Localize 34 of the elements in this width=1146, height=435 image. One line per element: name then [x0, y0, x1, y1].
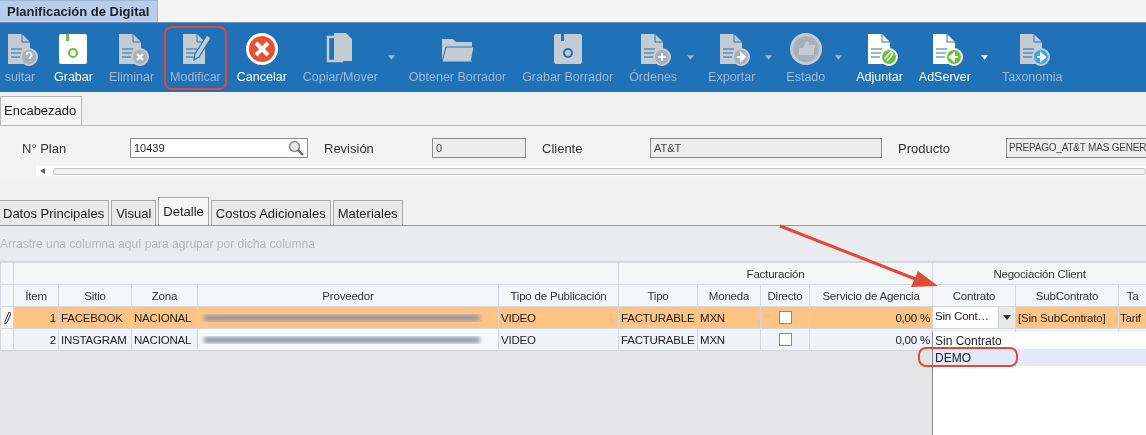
tab[interactable]: Costos Adicionales	[210, 200, 331, 225]
band-header[interactable]: Negociación Client	[932, 262, 1146, 285]
field-label: Revisión	[324, 140, 375, 156]
horizontal-scrollbar[interactable]	[36, 166, 1146, 176]
dropdown-option[interactable]: DEMO	[933, 349, 1146, 366]
thumbs-up-icon	[787, 30, 824, 67]
tab[interactable]: Datos Principales	[0, 200, 110, 225]
toolbar-button[interactable]: Grabar	[48, 25, 99, 90]
search-icon[interactable]	[288, 140, 304, 156]
readonly-field[interactable]: 0	[432, 138, 526, 158]
field-label: N° Plan	[21, 140, 68, 156]
checkbox[interactable]	[778, 311, 792, 325]
toolbar-button[interactable]: Cancelar	[230, 25, 293, 90]
tab[interactable]: Visual	[111, 200, 157, 225]
toolbar-button[interactable]: AdServer	[912, 25, 977, 90]
plan-search-field[interactable]: 10439	[130, 138, 308, 158]
column-header[interactable]: Proveedor	[197, 284, 499, 307]
field-label: Cliente	[542, 140, 584, 156]
section-tab[interactable]: Encabezado	[0, 96, 83, 125]
scroll-left-icon[interactable]	[40, 168, 45, 174]
field-label: Producto	[898, 140, 952, 156]
tab[interactable]: Materiales	[332, 200, 403, 225]
contract-combo-box[interactable]: Sin Cont…	[933, 307, 1015, 328]
window-title[interactable]: Planificación de Digital	[0, 0, 159, 22]
readonly-field[interactable]: PREPAGO_AT&T MAS GENER	[1006, 138, 1146, 158]
caret-icon[interactable]	[980, 55, 988, 60]
readonly-field[interactable]: AT&T	[650, 138, 882, 158]
dropdown-option[interactable]: Sin Contrato	[933, 332, 1146, 349]
toolbar-button[interactable]: Adjuntar	[850, 25, 909, 90]
cancel-icon	[243, 30, 280, 67]
band-header[interactable]: Facturación	[618, 262, 933, 285]
checkbox[interactable]	[778, 333, 792, 347]
tab[interactable]: Detalle	[158, 197, 209, 225]
dropdown-arrow-icon[interactable]	[1003, 315, 1011, 320]
